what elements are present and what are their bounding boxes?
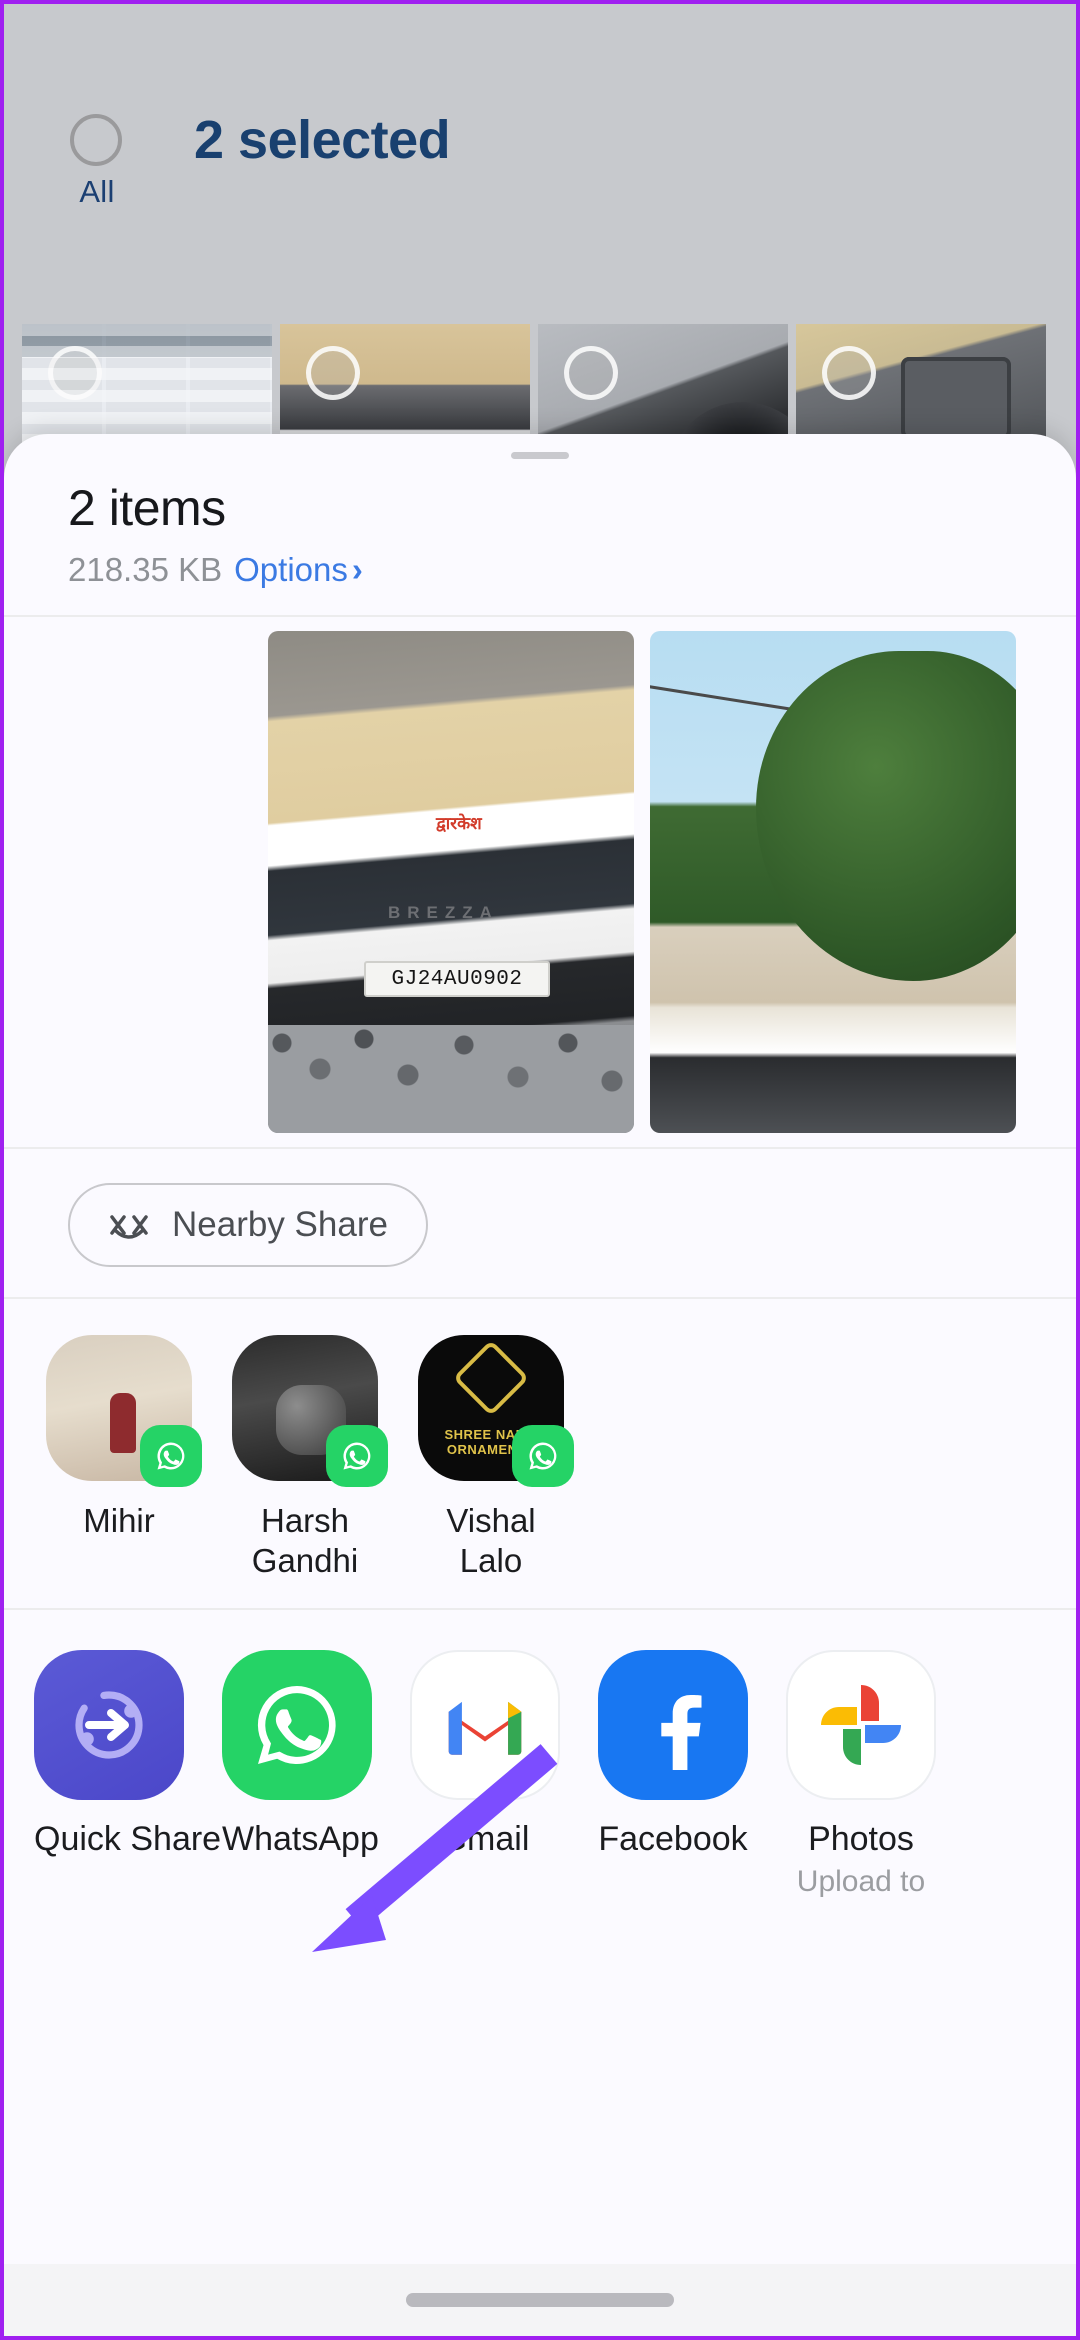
selection-count-title: 2 selected (194, 110, 451, 170)
pebble-ground (268, 1025, 634, 1133)
gallery-selection-header: All 2 selected (4, 104, 1076, 214)
app-target-facebook[interactable]: Facebook (598, 1649, 748, 1899)
thumbnail-checkbox[interactable] (822, 346, 876, 400)
whatsapp-icon (222, 1649, 372, 1800)
sheet-drag-handle[interactable] (511, 452, 569, 459)
nearby-share-chip[interactable]: Nearby Share (68, 1183, 428, 1267)
tree-foliage (756, 651, 1016, 981)
sheet-header: 2 items 218.35 KB Options › (4, 459, 1076, 615)
app-label: WhatsApp (222, 1819, 379, 1858)
avatar: SHREE NAMO ORNAMENTS (418, 1335, 574, 1487)
car-model-badge: BREZZA (388, 903, 499, 922)
rear-glass-sticker: द्वारकेश (436, 814, 482, 833)
app-label: Photos (808, 1819, 914, 1858)
sheet-subtitle: 218.35 KB Options › (68, 551, 1012, 589)
quick-share-icon (34, 1649, 184, 1800)
whatsapp-icon (512, 1425, 574, 1487)
contact-name: Mihir (83, 1502, 155, 1539)
google-photos-icon (786, 1649, 936, 1800)
app-label: Facebook (598, 1819, 748, 1858)
home-gesture-pill[interactable] (406, 2293, 674, 2307)
app-target-whatsapp[interactable]: WhatsApp (222, 1649, 379, 1899)
gallery-background: All 2 selected (4, 4, 1076, 474)
whatsapp-icon (140, 1425, 202, 1487)
license-plate: GJ24AU0902 (364, 961, 550, 997)
app-label: Gmail (440, 1819, 530, 1858)
nearby-share-icon (108, 1211, 150, 1239)
chevron-right-icon[interactable]: › (352, 551, 363, 588)
app-target-quick-share[interactable]: Quick Share (34, 1649, 222, 1899)
share-app-targets[interactable]: Quick Share WhatsApp Gmail Facebook Phot… (4, 1610, 1076, 1899)
thumbnail-checkbox[interactable] (564, 346, 618, 400)
avatar (46, 1335, 202, 1487)
app-target-photos[interactable]: Photos Upload to (786, 1649, 936, 1899)
thumbnail-checkbox[interactable] (306, 346, 360, 400)
direct-share-contacts[interactable]: Mihir Harsh Gandhi SHREE NAMO ORNAMENTS (4, 1299, 1076, 1608)
avatar (232, 1335, 388, 1487)
nearby-share-label: Nearby Share (172, 1205, 388, 1244)
contact-name: Vishal Lalo (446, 1502, 536, 1580)
system-navigation-bar (4, 2264, 1076, 2336)
facebook-icon (598, 1649, 748, 1800)
contact-item[interactable]: Harsh Gandhi (232, 1335, 388, 1582)
contact-item[interactable]: SHREE NAMO ORNAMENTS Vishal Lalo (418, 1335, 574, 1582)
ornament-logo-icon (452, 1339, 530, 1417)
sheet-file-size: 218.35 KB (68, 551, 223, 588)
selected-previews[interactable]: द्वारकेश BREZZA GJ24AU0902 (4, 617, 1076, 1147)
contact-name: Harsh Gandhi (251, 1502, 359, 1580)
app-sublabel: Upload to (796, 1864, 926, 1898)
options-link[interactable]: Options (234, 551, 348, 588)
contact-item[interactable]: Mihir (46, 1335, 202, 1582)
app-target-gmail[interactable]: Gmail (410, 1649, 560, 1899)
preview-image-car-front-tree[interactable] (650, 631, 1016, 1133)
share-sheet-screen: All 2 selected 2 items 218.35 KB Options ›… (0, 0, 1080, 2340)
app-label: Quick Share (34, 1819, 222, 1858)
select-all-checkbox[interactable] (70, 114, 122, 166)
select-all-label: All (79, 174, 115, 209)
nearby-share-section: Nearby Share (4, 1149, 1076, 1297)
thumbnail-checkbox[interactable] (48, 346, 102, 400)
share-bottom-sheet: 2 items 218.35 KB Options › द्वारकेश BREZZ… (4, 434, 1076, 2336)
preview-image-brezza-rear[interactable]: द्वारकेश BREZZA GJ24AU0902 (268, 631, 634, 1133)
gmail-icon (410, 1649, 560, 1800)
whatsapp-icon (326, 1425, 388, 1487)
sheet-item-count: 2 items (68, 480, 226, 536)
